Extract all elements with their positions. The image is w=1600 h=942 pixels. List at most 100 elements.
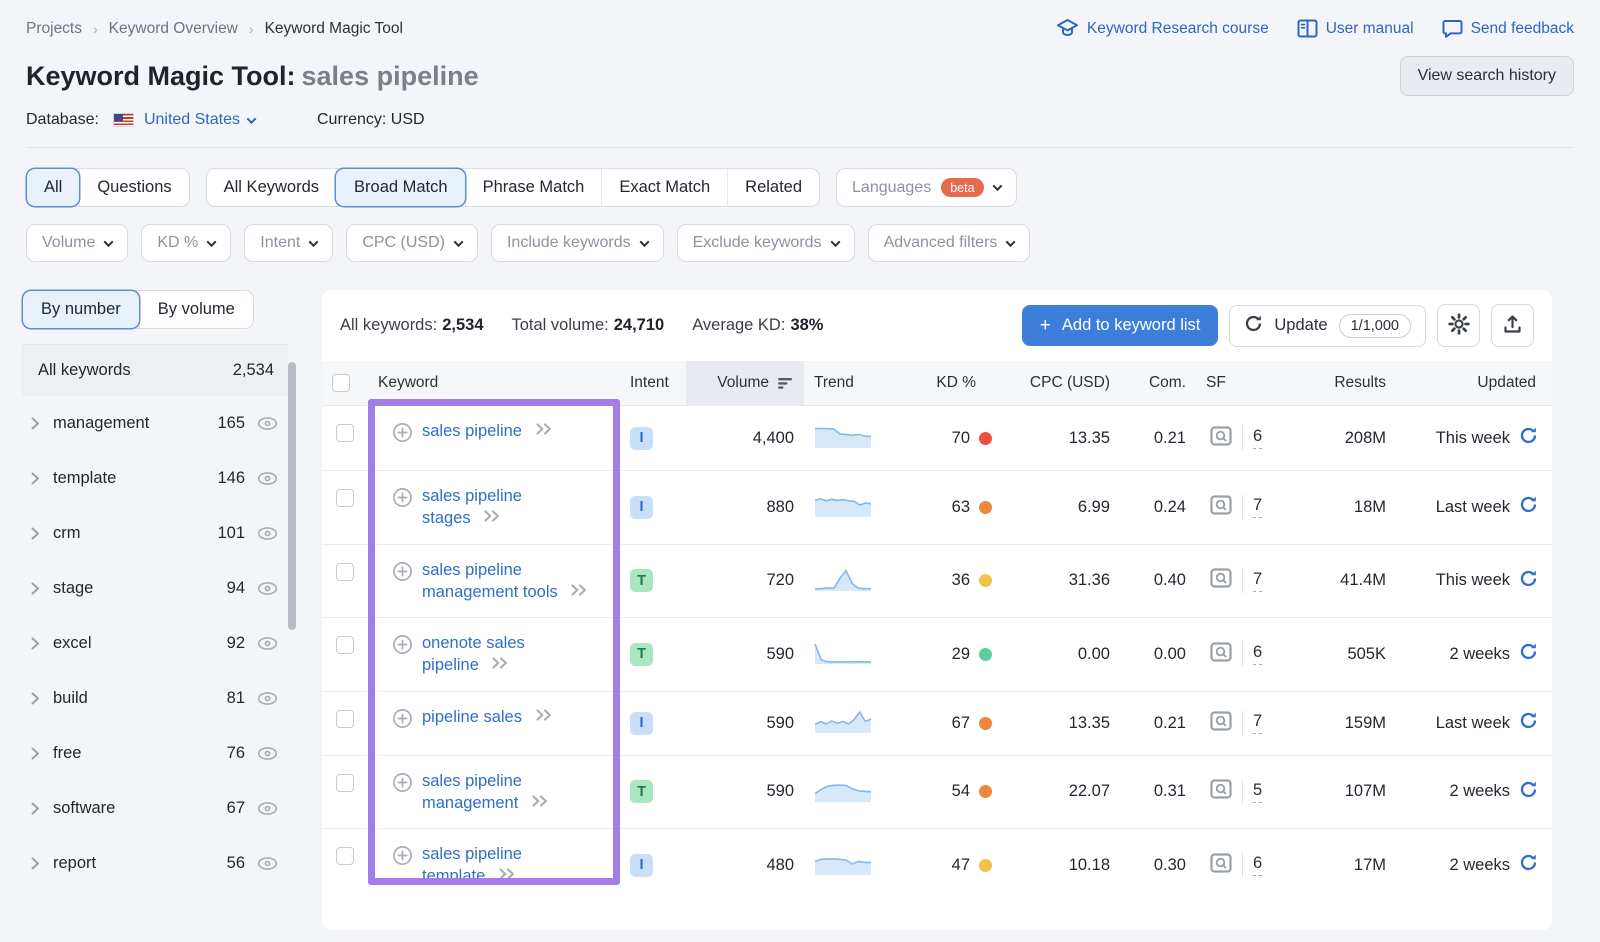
sidebar-item-build[interactable]: build81 bbox=[22, 671, 288, 726]
serp-features-count[interactable]: 7 bbox=[1253, 570, 1262, 592]
sidebar-item-stage[interactable]: stage94 bbox=[22, 561, 288, 616]
header-link[interactable]: Keyword Research course bbox=[1056, 18, 1269, 39]
keyword-link[interactable]: sales pipeline template bbox=[422, 843, 590, 888]
tab-all[interactable]: All bbox=[27, 169, 79, 206]
serp-features-icon[interactable] bbox=[1210, 853, 1232, 878]
filter-include-keywords[interactable]: Include keywords bbox=[491, 224, 664, 262]
keyword-link[interactable]: onenote sales pipeline bbox=[422, 632, 590, 677]
row-checkbox[interactable] bbox=[336, 489, 354, 507]
serp-features-count[interactable]: 6 bbox=[1253, 643, 1262, 665]
sidebar-item-crm[interactable]: crm101 bbox=[22, 506, 288, 561]
keyword-link[interactable]: sales pipeline bbox=[422, 420, 554, 442]
column-header-sf[interactable]: SF bbox=[1196, 361, 1294, 405]
tab-all-keywords[interactable]: All Keywords bbox=[207, 169, 336, 206]
tab-exact-match[interactable]: Exact Match bbox=[601, 169, 727, 206]
intent-cell: I bbox=[620, 471, 686, 544]
breadcrumb-item[interactable]: Projects bbox=[26, 20, 82, 38]
keyword-link[interactable]: pipeline sales bbox=[422, 706, 554, 728]
serp-features-count[interactable]: 6 bbox=[1253, 427, 1262, 449]
add-keyword-icon[interactable] bbox=[392, 634, 413, 660]
column-header-com-[interactable]: Com. bbox=[1120, 361, 1196, 405]
row-checkbox[interactable] bbox=[336, 847, 354, 865]
serp-features-icon[interactable] bbox=[1210, 568, 1232, 593]
serp-features-count[interactable]: 6 bbox=[1253, 854, 1262, 876]
sidebar-item-free[interactable]: free76 bbox=[22, 726, 288, 781]
sidebar-item-template[interactable]: template146 bbox=[22, 451, 288, 506]
add-keyword-icon[interactable] bbox=[392, 422, 413, 448]
sidebar-item-excel[interactable]: excel92 bbox=[22, 616, 288, 671]
row-checkbox[interactable] bbox=[336, 424, 354, 442]
column-header-intent[interactable]: Intent bbox=[620, 361, 686, 405]
update-button[interactable]: Update 1/1,000 bbox=[1229, 305, 1426, 347]
refresh-icon[interactable] bbox=[1519, 426, 1538, 450]
database-selector[interactable]: United States bbox=[144, 111, 255, 129]
tab-broad-match[interactable]: Broad Match bbox=[336, 169, 465, 206]
serp-features-icon[interactable] bbox=[1210, 426, 1232, 451]
breadcrumb-item[interactable]: Keyword Magic Tool bbox=[265, 20, 403, 38]
keyword-cell: sales pipeline management bbox=[368, 756, 620, 829]
row-checkbox[interactable] bbox=[336, 636, 354, 654]
kd-difficulty-dot bbox=[979, 432, 992, 445]
column-header-updated[interactable]: Updated bbox=[1396, 361, 1552, 405]
serp-features-icon[interactable] bbox=[1210, 495, 1232, 520]
refresh-icon[interactable] bbox=[1519, 780, 1538, 804]
page-header: Projects›Keyword Overview›Keyword Magic … bbox=[0, 0, 1600, 148]
refresh-icon[interactable] bbox=[1519, 642, 1538, 666]
breadcrumb-item[interactable]: Keyword Overview bbox=[109, 20, 238, 38]
serp-features-icon[interactable] bbox=[1210, 779, 1232, 804]
tab-phrase-match[interactable]: Phrase Match bbox=[465, 169, 602, 206]
serp-features-icon[interactable] bbox=[1210, 642, 1232, 667]
sidebar-item-all-keywords[interactable]: All keywords 2,534 bbox=[22, 345, 288, 396]
filter-intent[interactable]: Intent bbox=[244, 224, 333, 262]
column-header-results[interactable]: Results bbox=[1294, 361, 1396, 405]
serp-features-count[interactable]: 5 bbox=[1253, 781, 1262, 803]
row-checkbox[interactable] bbox=[336, 774, 354, 792]
sidebar-toggle-by-volume[interactable]: By volume bbox=[139, 291, 253, 328]
add-to-keyword-list-button[interactable]: + Add to keyword list bbox=[1022, 305, 1219, 346]
keyword-link[interactable]: sales pipeline stages bbox=[422, 485, 590, 530]
refresh-icon[interactable] bbox=[1519, 711, 1538, 735]
sidebar-item-management[interactable]: management165 bbox=[22, 396, 288, 451]
sidebar-toggle-by-number[interactable]: By number bbox=[23, 291, 139, 328]
add-keyword-icon[interactable] bbox=[392, 561, 413, 587]
export-button[interactable] bbox=[1491, 304, 1534, 347]
serp-features-count[interactable]: 7 bbox=[1253, 496, 1262, 518]
keyword-link[interactable]: sales pipeline management tools bbox=[422, 559, 590, 604]
column-header-keyword[interactable]: Keyword bbox=[368, 361, 620, 405]
tab-questions[interactable]: Questions bbox=[79, 169, 188, 206]
sidebar-item-software[interactable]: software67 bbox=[22, 781, 288, 836]
row-checkbox[interactable] bbox=[336, 563, 354, 581]
table-settings-button[interactable] bbox=[1437, 304, 1480, 347]
filter-exclude-keywords[interactable]: Exclude keywords bbox=[677, 224, 855, 262]
column-header-trend[interactable]: Trend bbox=[804, 361, 906, 405]
header-link[interactable]: Send feedback bbox=[1442, 19, 1574, 38]
filter-advanced-filters[interactable]: Advanced filters bbox=[868, 224, 1031, 262]
select-all-checkbox[interactable] bbox=[332, 374, 350, 392]
column-header-cpc-usd-[interactable]: CPC (USD) bbox=[1002, 361, 1120, 405]
languages-dropdown[interactable]: Languages beta bbox=[836, 168, 1017, 207]
eye-icon bbox=[257, 691, 278, 706]
filter-kd-[interactable]: KD % bbox=[141, 224, 231, 262]
header-link[interactable]: User manual bbox=[1297, 19, 1414, 38]
stat: All keywords:2,534 bbox=[340, 316, 484, 335]
view-search-history-button[interactable]: View search history bbox=[1400, 56, 1574, 96]
refresh-icon[interactable] bbox=[1519, 569, 1538, 593]
sidebar-item-report[interactable]: report56 bbox=[22, 836, 288, 891]
intent-badge: T bbox=[630, 569, 653, 592]
add-keyword-icon[interactable] bbox=[392, 772, 413, 798]
column-header-kd-[interactable]: KD % bbox=[906, 361, 1002, 405]
add-keyword-icon[interactable] bbox=[392, 708, 413, 734]
keyword-link[interactable]: sales pipeline management bbox=[422, 770, 590, 815]
row-checkbox[interactable] bbox=[336, 710, 354, 728]
tab-related[interactable]: Related bbox=[727, 169, 819, 206]
column-header-volume[interactable]: Volume bbox=[686, 361, 804, 405]
refresh-icon[interactable] bbox=[1519, 495, 1538, 519]
add-keyword-icon[interactable] bbox=[392, 845, 413, 871]
refresh-icon[interactable] bbox=[1519, 853, 1538, 877]
serp-features-count[interactable]: 7 bbox=[1253, 712, 1262, 734]
sidebar-scrollbar[interactable] bbox=[288, 362, 296, 630]
add-keyword-icon[interactable] bbox=[392, 487, 413, 513]
filter-volume[interactable]: Volume bbox=[26, 224, 128, 262]
serp-features-icon[interactable] bbox=[1210, 711, 1232, 736]
filter-cpc-usd-[interactable]: CPC (USD) bbox=[346, 224, 478, 262]
